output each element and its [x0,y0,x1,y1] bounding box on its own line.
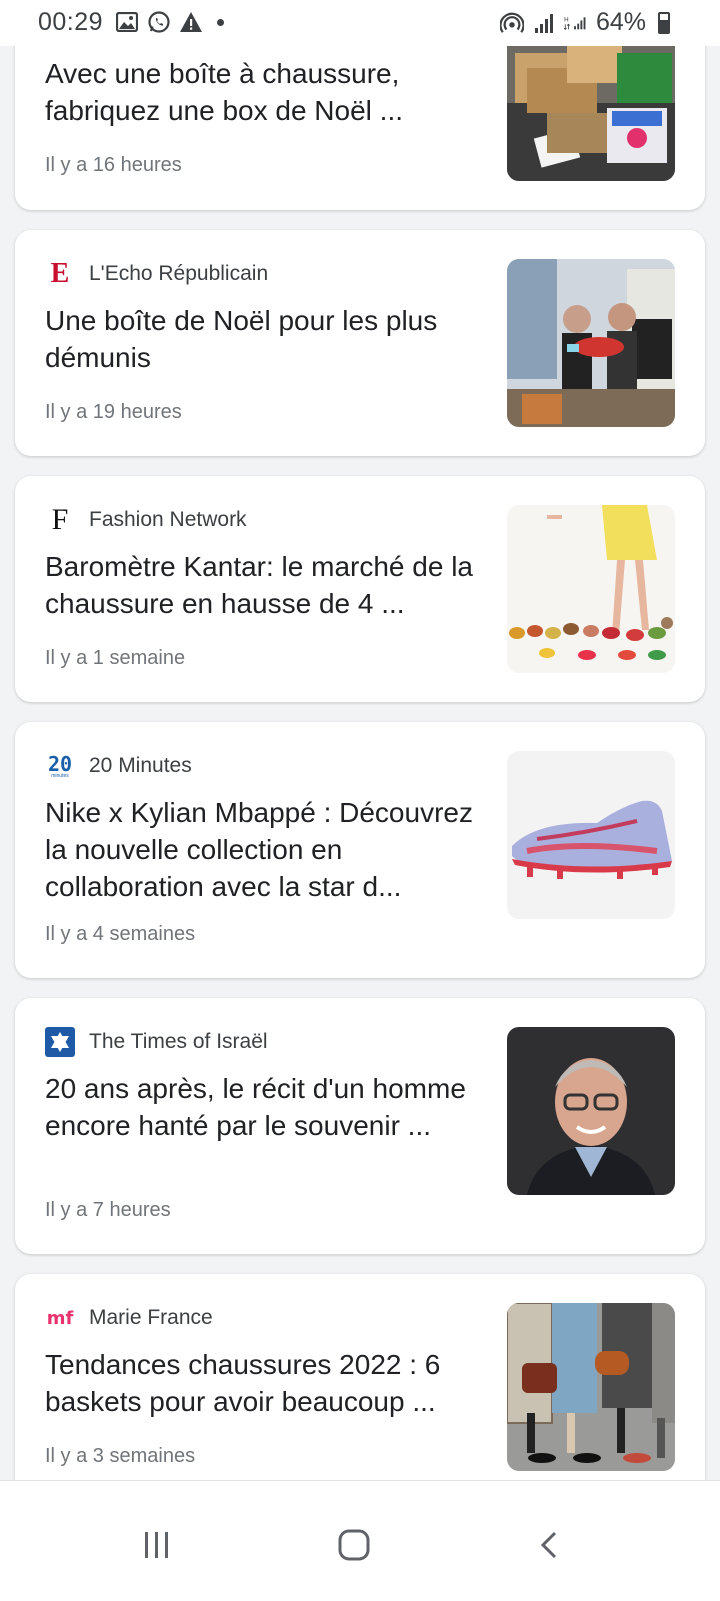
20-minutes-logo: 20 minutes [47,751,73,779]
echo-republicain-logo: E [50,258,70,289]
source-row[interactable]: F Fashion Network [45,503,247,536]
article-time: Il y a 4 semaines [45,923,196,945]
article-time: Il y a 19 heures [45,401,182,423]
hotspot-icon [499,11,524,35]
source-row[interactable]: E L'Echo Républicain [45,258,269,289]
news-card[interactable]: E L'Echo Républicain Une boîte de Noël p… [15,230,705,456]
street-fashion-image [507,1303,675,1471]
news-card[interactable]: The Times of Israël 20 ans après, le réc… [15,998,705,1254]
shoes-display-image [507,505,675,673]
source-name: Fashion Network [89,508,247,531]
source-name: The Times of Israël [89,1030,268,1053]
back-icon [540,1531,557,1559]
article-time: Il y a 7 heures [45,1199,171,1221]
times-of-israel-logo [45,1027,75,1057]
article-title[interactable]: Baromètre Kantar: le marché de la chauss… [45,548,485,622]
news-card[interactable]: 20 minutes 20 Minutes Nike x Kylian Mbap… [15,722,705,978]
marie-france-logo: mf [46,1307,74,1329]
article-time: Il y a 3 semaines [45,1445,196,1467]
source-row[interactable]: mf Marie France [45,1303,213,1333]
navigation-bar [0,1480,720,1601]
football-boot-image [507,751,675,919]
source-row[interactable]: 20 minutes 20 Minutes [45,751,192,781]
recent-apps-icon [145,1532,168,1558]
more-notifications-dot [217,18,224,26]
article-title[interactable]: Tendances chaussures 2022 : 6 baskets po… [45,1346,485,1420]
status-time: 00:29 [38,8,104,36]
recent-apps-button[interactable] [127,1515,187,1575]
article-thumbnail[interactable] [507,1303,675,1471]
news-card[interactable]: mf Marie France Tendances chaussures 202… [15,1274,705,1504]
back-button[interactable] [520,1515,580,1575]
news-card[interactable]: F Fashion Network Baromètre Kantar: le m… [15,476,705,702]
status-bar: 00:29 H 64% [0,0,720,46]
svg-text:H: H [564,16,569,23]
whatsapp-icon [147,10,171,34]
gallery-icon [115,10,139,34]
article-title[interactable]: Avec une boîte à chaussure, fabriquez un… [45,55,485,129]
article-thumbnail[interactable] [507,1027,675,1195]
battery-percent: 64% [595,8,646,36]
signal-icon [532,11,556,35]
article-time: Il y a 1 semaine [45,647,186,669]
source-row[interactable]: The Times of Israël [45,1027,268,1057]
home-button[interactable] [324,1515,384,1575]
battery-icon [658,11,670,34]
fashion-network-logo: F [51,503,69,536]
man-portrait-image [507,1027,675,1195]
data-signal-icon: H [563,11,588,35]
article-thumbnail[interactable] [507,505,675,673]
article-title[interactable]: Une boîte de Noël pour les plus démunis [45,302,485,376]
source-name: 20 Minutes [89,754,192,777]
source-name: L'Echo Républicain [89,262,269,285]
article-title[interactable]: 20 ans après, le récit d'un homme encore… [45,1070,485,1144]
article-thumbnail[interactable] [507,259,675,427]
system-icons: H 64% [499,8,670,37]
volunteers-gift-box-image [507,259,675,427]
home-icon [338,1529,370,1561]
star-of-david-icon [51,1032,69,1052]
source-name: Marie France [89,1306,213,1329]
article-thumbnail[interactable] [507,751,675,919]
article-title[interactable]: Nike x Kylian Mbappé : Découvrez la nouv… [45,794,485,905]
warning-icon [179,10,203,34]
article-time: Il y a 16 heures [45,154,182,176]
notification-icons [115,10,224,34]
